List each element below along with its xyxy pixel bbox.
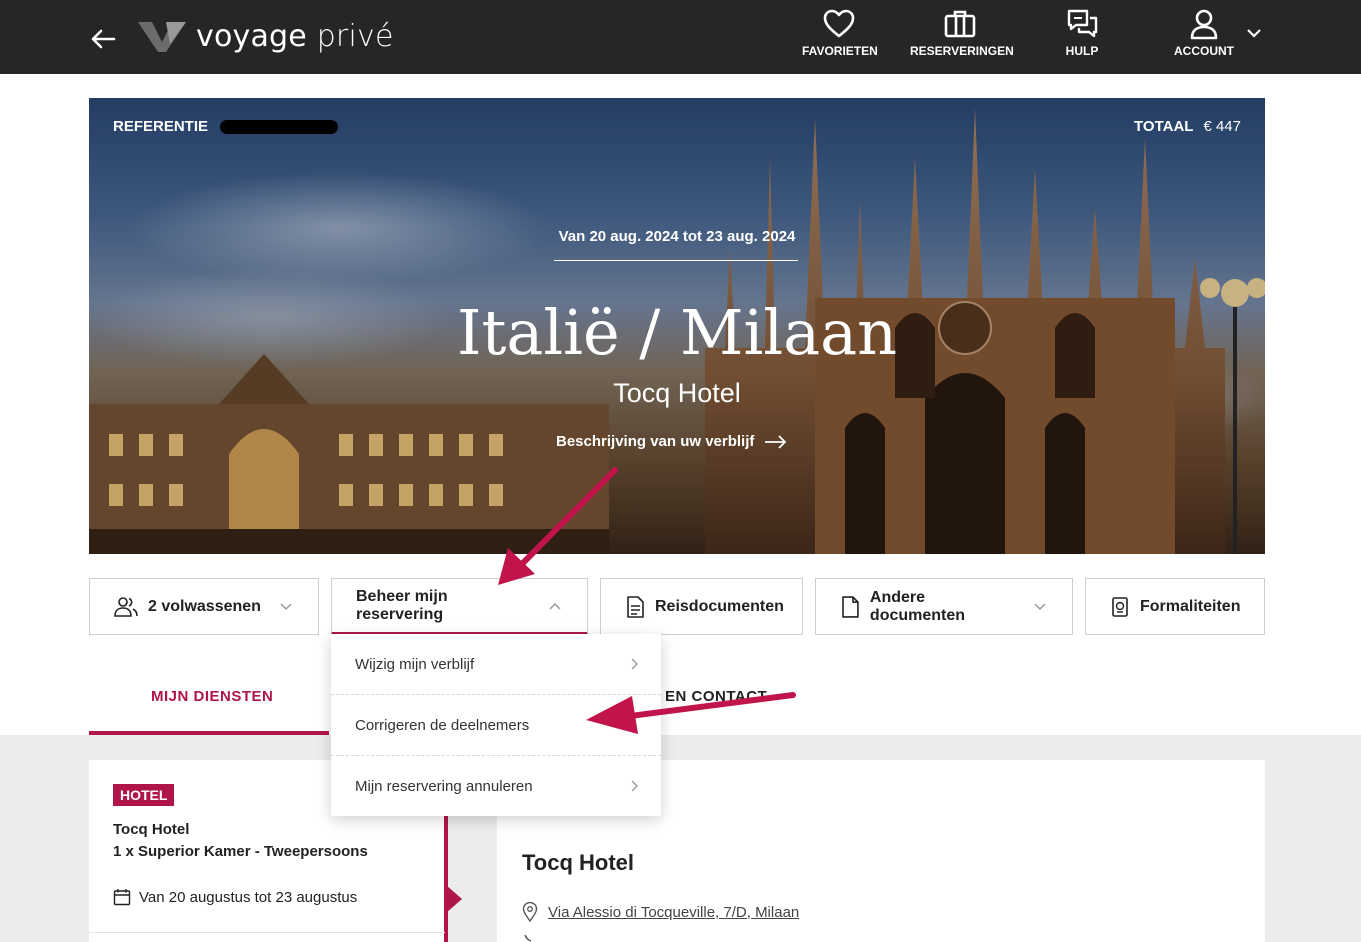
tab-my-services[interactable]: MIJN DIENSTEN bbox=[151, 688, 273, 705]
logo-mark-icon bbox=[138, 22, 186, 52]
nav-help[interactable]: HULP bbox=[1062, 8, 1102, 58]
phone-icon bbox=[524, 934, 532, 942]
service-hotel-name: Tocq Hotel bbox=[113, 821, 190, 838]
guests-dropdown-button[interactable]: 2 volwassenen bbox=[89, 578, 319, 635]
stay-description-link[interactable]: Beschrijving van uw verblijf bbox=[556, 433, 788, 450]
heart-icon bbox=[823, 9, 855, 38]
total-label: TOTAAL bbox=[1134, 118, 1194, 135]
hero-banner: REFERENTIE TOTAAL € 447 Van 20 aug. 2024… bbox=[89, 98, 1265, 554]
service-dates-text: Van 20 augustus tot 23 augustus bbox=[139, 888, 358, 906]
top-navigation-bar: voyage privé FAVORIETEN RESERVERINGEN HU… bbox=[0, 0, 1361, 74]
people-icon bbox=[114, 596, 138, 617]
reference-redacted bbox=[220, 119, 339, 134]
chevron-right-icon bbox=[631, 658, 638, 670]
menu-item-label: Mijn reservering annuleren bbox=[355, 777, 533, 795]
total-price: TOTAAL € 447 bbox=[1134, 118, 1241, 135]
service-card-selected-bar bbox=[444, 815, 448, 942]
chevron-down-icon bbox=[1034, 602, 1046, 610]
hotel-badge: HOTEL bbox=[113, 784, 175, 806]
hotel-address-link[interactable]: Via Alessio di Tocqueville, 7/D, Milaan bbox=[548, 904, 799, 921]
travel-documents-label: Reisdocumenten bbox=[655, 597, 784, 615]
nav-account[interactable]: ACCOUNT bbox=[1174, 8, 1234, 58]
destination-title: Italië / Milaan bbox=[456, 296, 898, 369]
tab-contact[interactable]: EN CONTACT bbox=[665, 688, 767, 705]
chat-icon bbox=[1067, 9, 1098, 38]
stay-dates: Van 20 aug. 2024 tot 23 aug. 2024 bbox=[558, 228, 796, 245]
hotel-address: Via Alessio di Tocqueville, 7/D, Milaan bbox=[522, 902, 799, 922]
document-icon bbox=[627, 595, 644, 618]
nav-label: ACCOUNT bbox=[1174, 44, 1234, 58]
chevron-right-icon bbox=[631, 780, 638, 792]
menu-item-label: Corrigeren de deelnemers bbox=[355, 716, 530, 734]
travel-documents-button[interactable]: Reisdocumenten bbox=[600, 578, 803, 635]
nav-favorites[interactable]: FAVORIETEN bbox=[802, 8, 878, 58]
calendar-icon bbox=[113, 889, 131, 906]
guests-label: 2 volwassenen bbox=[148, 597, 261, 615]
back-arrow-icon[interactable] bbox=[88, 24, 118, 54]
menu-item-cancel-reservation[interactable]: Mijn reservering annuleren bbox=[331, 756, 661, 816]
stay-description-label: Beschrijving van uw verblijf bbox=[556, 433, 755, 450]
nav-reservations[interactable]: RESERVERINGEN bbox=[910, 8, 1014, 58]
account-chevron-down-icon[interactable] bbox=[1246, 27, 1262, 39]
reference-label: REFERENTIE bbox=[113, 118, 209, 135]
menu-item-label: Wijzig mijn verblijf bbox=[355, 655, 475, 673]
service-card-pointer bbox=[446, 885, 462, 913]
chevron-up-icon bbox=[549, 602, 561, 610]
manage-reservation-button[interactable]: Beheer mijn reservering bbox=[331, 578, 588, 635]
menu-item-modify-stay[interactable]: Wijzig mijn verblijf bbox=[331, 634, 661, 694]
other-documents-label: Andere documenten bbox=[869, 588, 966, 624]
other-documents-button[interactable]: Andere documenten bbox=[815, 578, 1073, 635]
divider bbox=[89, 932, 445, 933]
service-room: 1 x Superior Kamer - Tweepersoons bbox=[113, 843, 368, 860]
logo-text: voyage privé bbox=[196, 18, 394, 54]
arrow-right-icon bbox=[765, 434, 787, 449]
manage-reservation-menu: Wijzig mijn verblijf Corrigeren de deeln… bbox=[331, 634, 661, 816]
hotel-detail-title: Tocq Hotel bbox=[522, 850, 635, 875]
service-dates: Van 20 augustus tot 23 augustus bbox=[113, 888, 357, 906]
tabs-bar bbox=[0, 635, 1361, 735]
manage-reservation-label: Beheer mijn reservering bbox=[356, 587, 448, 623]
nav-label: HULP bbox=[1065, 44, 1099, 58]
suitcase-icon bbox=[944, 10, 976, 38]
menu-item-correct-participants[interactable]: Corrigeren de deelnemers bbox=[331, 695, 661, 755]
location-pin-icon bbox=[522, 902, 538, 922]
total-value: € 447 bbox=[1203, 118, 1241, 135]
formalities-label: Formaliteiten bbox=[1140, 597, 1241, 615]
user-icon bbox=[1190, 9, 1218, 40]
chevron-down-icon bbox=[280, 602, 292, 610]
nav-label: FAVORIETEN bbox=[802, 44, 878, 58]
voyage-prive-logo[interactable]: voyage privé bbox=[136, 18, 394, 54]
reference: REFERENTIE bbox=[113, 118, 339, 135]
formalities-button[interactable]: Formaliteiten bbox=[1085, 578, 1265, 635]
hero-divider bbox=[554, 260, 798, 261]
file-icon bbox=[842, 595, 859, 618]
passport-icon bbox=[1112, 596, 1128, 617]
nav-label: RESERVERINGEN bbox=[910, 44, 1014, 58]
hotel-subtitle: Tocq Hotel bbox=[613, 378, 741, 408]
